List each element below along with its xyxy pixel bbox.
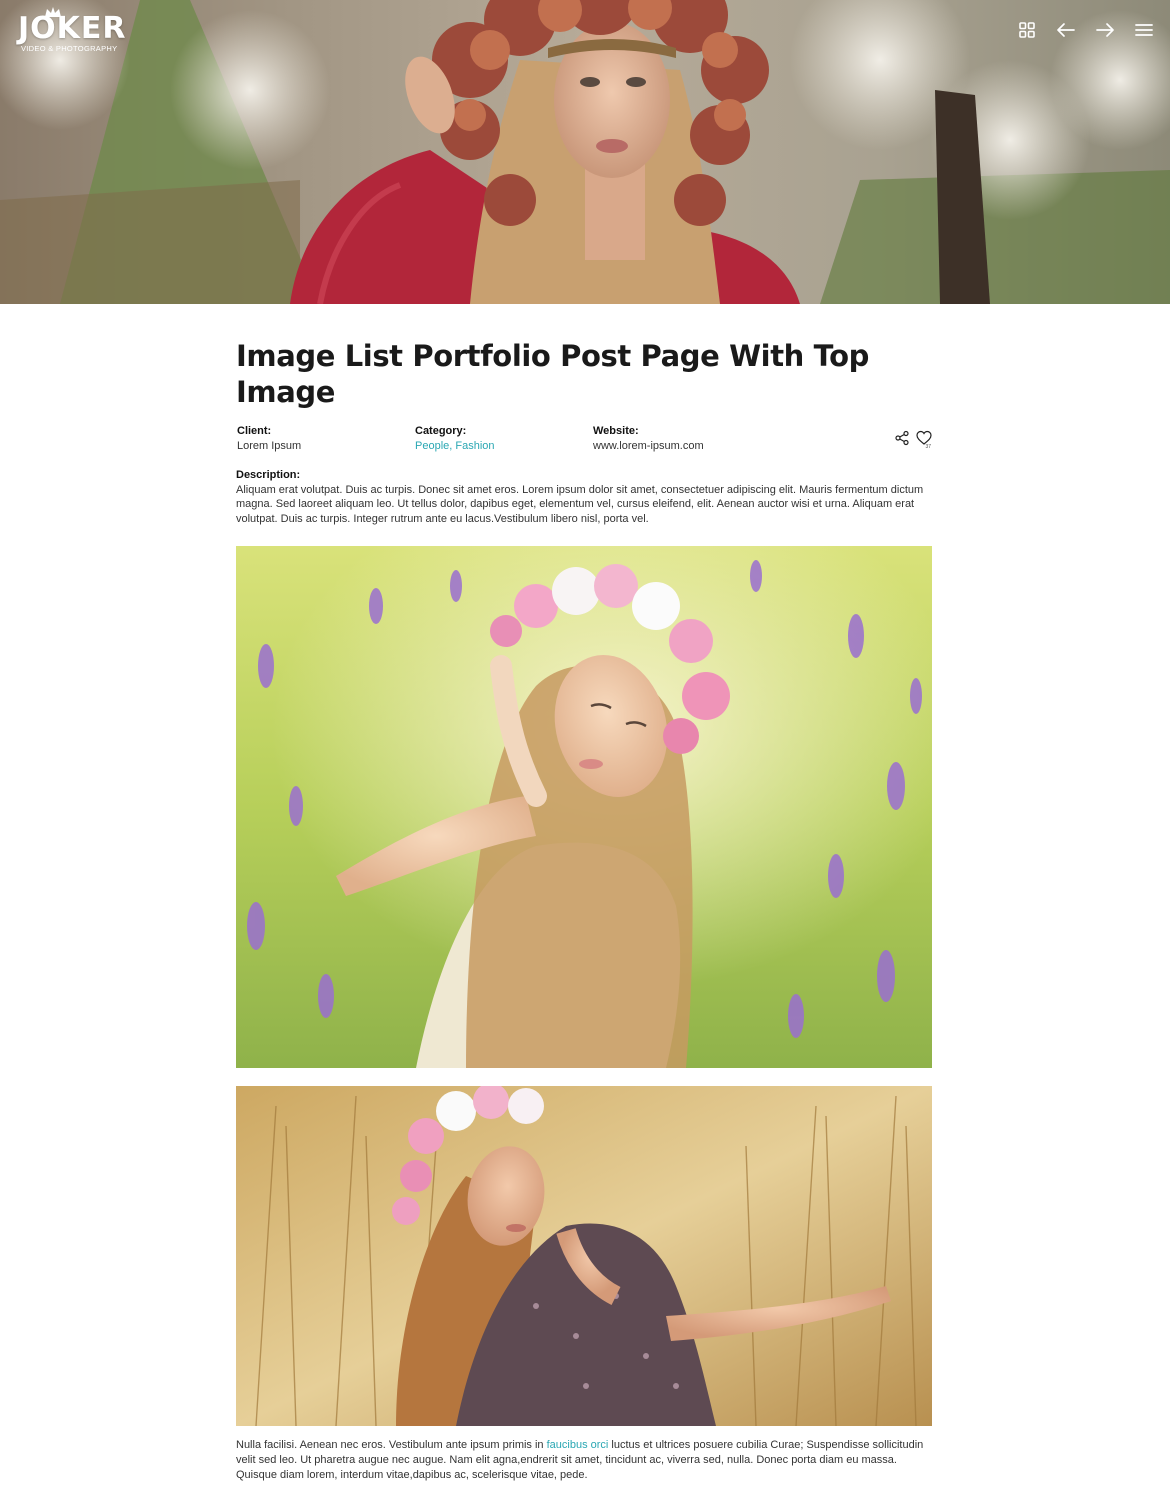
like-count: 37 (925, 444, 931, 450)
para-text-start: Nulla facilisi. Aenean nec eros. Vestibu… (236, 1439, 547, 1452)
description: Description: Aliquam erat volutpat. Duis… (236, 468, 932, 526)
category-values: People, Fashion (415, 439, 495, 454)
top-navigation (1017, 20, 1154, 40)
meta-category: Category: People, Fashion (415, 424, 495, 454)
website-label: Website: (593, 425, 639, 437)
post-meta: Client: Lorem Ipsum Category: People, Fa… (236, 424, 932, 456)
share-icon[interactable] (894, 430, 910, 446)
category-link-people[interactable]: People (415, 440, 449, 452)
body-paragraph: Nulla facilisi. Aenean nec eros. Vestibu… (236, 1438, 932, 1482)
arrow-left-icon[interactable] (1056, 20, 1076, 40)
photo-wheat-field (236, 1086, 932, 1427)
website-link[interactable]: www.lorem-ipsum.com (593, 439, 704, 454)
brand-logo[interactable]: JOKER VIDEO & PHOTOGRAPHY (18, 6, 127, 53)
meta-website: Website: www.lorem-ipsum.com (593, 424, 704, 454)
inline-link[interactable]: faucibus orci (547, 1439, 609, 1451)
post-actions: 37 (894, 430, 932, 450)
category-label: Category: (415, 425, 467, 437)
grid-icon[interactable] (1017, 20, 1037, 40)
crown-icon (45, 7, 61, 17)
brand-name: JOKER (18, 11, 127, 46)
description-label: Description: (236, 469, 301, 481)
category-link-fashion[interactable]: Fashion (455, 440, 494, 452)
description-text: Aliquam erat volutpat. Duis ac turpis. D… (236, 483, 924, 525)
hero-image: JOKER VIDEO & PHOTOGRAPHY (0, 0, 1170, 304)
brand-tagline: VIDEO & PHOTOGRAPHY (21, 44, 118, 53)
hamburger-menu-icon[interactable] (1134, 20, 1154, 40)
client-label: Client: (237, 425, 272, 437)
client-value: Lorem Ipsum (237, 440, 302, 452)
hero-photo (0, 0, 1170, 304)
meta-client: Client: Lorem Ipsum (237, 424, 301, 454)
page-title: Image List Portfolio Post Page With Top … (236, 339, 870, 409)
gallery-image-2[interactable] (236, 1086, 932, 1427)
arrow-right-icon[interactable] (1095, 20, 1115, 40)
post-content: Image List Portfolio Post Page With Top … (236, 304, 932, 1500)
photo-lavender-field (236, 546, 932, 1069)
gallery-image-1[interactable] (236, 546, 932, 1069)
